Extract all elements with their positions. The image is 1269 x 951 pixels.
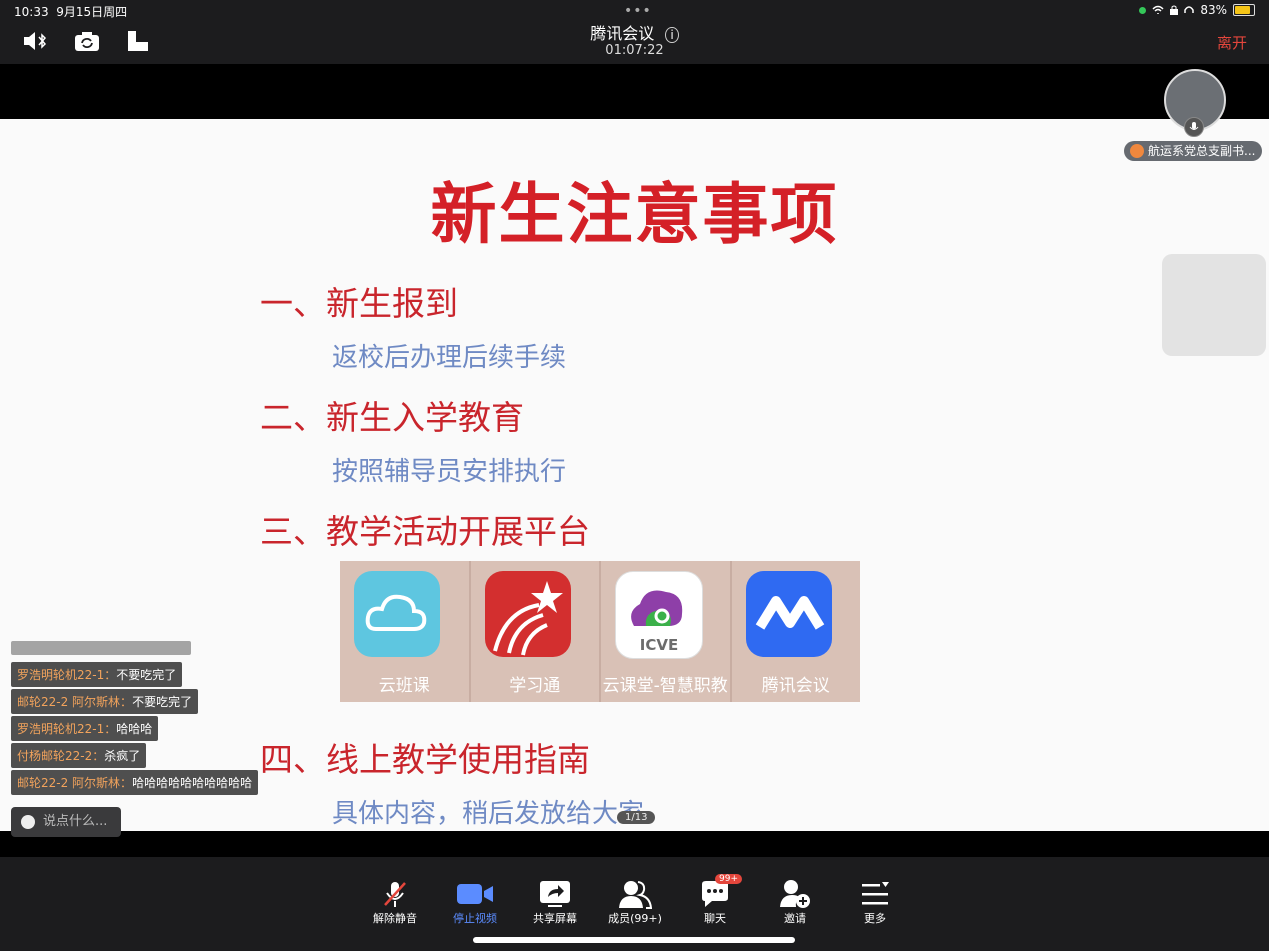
chat-button[interactable]: 聊天 [680, 878, 750, 926]
participant-name-tag[interactable]: 航运系党总支副书... [1124, 141, 1262, 161]
chat-message: 付杨邮轮22-2：杀疯了 [11, 743, 147, 768]
wifi-icon [1152, 5, 1164, 14]
video-camera-icon [440, 878, 510, 910]
chat-message: 邮轮22-2 阿尔斯林：不要吃完了 [11, 689, 199, 714]
camera-active-icon [1139, 6, 1147, 14]
app-icve: ICVE 云课堂-智慧职教 [601, 561, 732, 702]
chat-message: 邮轮22-2 阿尔斯林：哈哈哈哈哈哈哈哈哈哈 [11, 770, 259, 795]
shooting-star-icon [484, 571, 571, 657]
app-tencent-meeting: 腾讯会议 [732, 561, 861, 702]
invite-icon [760, 878, 830, 910]
battery-percent: 83% [1200, 3, 1227, 17]
unmute-button[interactable]: 解除静音 [360, 878, 430, 926]
section-heading: 三、教学活动开展平台 [260, 512, 590, 551]
emoji-icon[interactable] [21, 815, 35, 829]
stop-video-button[interactable]: 停止视频 [440, 878, 510, 926]
more-button[interactable]: 更多 [840, 878, 910, 926]
battery-icon [1233, 4, 1255, 16]
meeting-title: 腾讯会议 i [0, 20, 1269, 44]
meeting-duration: 01:07:22 [605, 43, 664, 58]
chat-message-faded [11, 641, 191, 655]
chat-unread-badge: 99+ [715, 874, 742, 884]
app-yunbanke: 云班课 [340, 561, 471, 702]
platform-apps: 云班课 学习通 ICVE 云课堂-智慧职教 腾讯会议 [340, 561, 860, 702]
section-heading: 四、线上教学使用指南 [260, 740, 590, 779]
shared-slide: 新生注意事项 一、新生报到 返校后办理后续手续 二、新生入学教育 按照辅导员安排… [0, 119, 1269, 831]
page-indicator: 1/13 [617, 811, 656, 824]
headphones-icon [1184, 6, 1195, 13]
user-icon [1130, 144, 1144, 158]
lock-icon [1170, 5, 1179, 15]
share-screen-button[interactable]: 共享屏幕 [520, 878, 590, 926]
section-detail: 返校后办理后续手续 [332, 343, 567, 373]
svg-text:ICVE: ICVE [640, 636, 678, 654]
members-icon [600, 878, 670, 910]
cloud-book-icon [354, 571, 440, 657]
share-screen-icon [520, 878, 590, 910]
more-icon [840, 878, 910, 910]
leave-button[interactable]: 离开 [1217, 32, 1247, 53]
status-indicators: 83% [1139, 3, 1255, 17]
mic-muted-icon [360, 878, 430, 910]
chat-message: 罗浩明轮机22-1：不要吃完了 [11, 662, 183, 687]
section-detail: 具体内容，稍后发放给大家 [332, 799, 645, 829]
video-thumbnail-placeholder[interactable] [1162, 254, 1266, 356]
mic-icon [1184, 117, 1204, 137]
members-button[interactable]: 成员(99+) [600, 878, 670, 926]
section-detail: 按照辅导员安排执行 [332, 457, 567, 487]
chat-input[interactable]: 说点什么... [11, 807, 121, 837]
section-heading: 一、新生报到 [260, 284, 458, 323]
slide-title: 新生注意事项 [430, 176, 839, 253]
status-time: 10:33 9月15日周四 [14, 5, 128, 19]
tencent-meeting-logo-icon [745, 571, 832, 657]
icve-logo-icon: ICVE [615, 571, 703, 659]
invite-button[interactable]: 邀请 [760, 878, 830, 926]
chat-message: 罗浩明轮机22-1：哈哈哈 [11, 716, 159, 741]
app-xuexitong: 学习通 [471, 561, 601, 702]
info-icon[interactable]: i [665, 27, 679, 43]
home-indicator[interactable] [473, 937, 795, 943]
section-heading: 二、新生入学教育 [260, 398, 524, 437]
more-dots-icon[interactable]: ••• [624, 3, 652, 19]
